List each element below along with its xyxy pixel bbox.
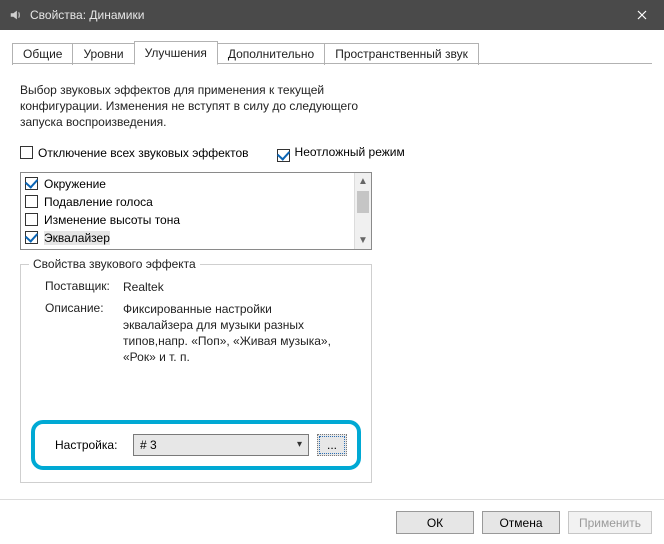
immediate-mode-checkbox[interactable]: Неотложный режим [277, 145, 405, 162]
disable-all-effects-label: Отключение всех звуковых эффектов [38, 146, 249, 160]
checkbox-icon[interactable] [25, 231, 38, 244]
effect-properties-group: Свойства звукового эффекта Поставщик: Re… [20, 264, 372, 483]
checkbox-icon[interactable] [25, 195, 38, 208]
list-item-label: Изменение высоты тона [44, 213, 180, 227]
ok-button[interactable]: ОК [396, 511, 474, 534]
apply-button: Применить [568, 511, 652, 534]
list-item[interactable]: Изменение высоты тона [25, 211, 350, 229]
disable-all-effects-checkbox[interactable]: Отключение всех звуковых эффектов [20, 146, 249, 160]
ellipsis-label: ... [327, 438, 337, 452]
separator [0, 499, 664, 500]
effects-listbox[interactable]: Окружение Подавление голоса Изменение вы… [20, 172, 372, 250]
tab-strip: Общие Уровни Улучшения Дополнительно Про… [12, 40, 652, 64]
tab-advanced[interactable]: Дополнительно [217, 43, 325, 65]
setting-value: # 3 [140, 438, 157, 452]
checkbox-icon [277, 149, 290, 162]
description-value: Фиксированные настройки эквалайзера для … [123, 301, 343, 366]
setting-dropdown[interactable]: # 3 ▾ [133, 434, 309, 456]
close-button[interactable] [619, 0, 664, 30]
scrollbar[interactable]: ▲ ▼ [354, 173, 371, 249]
list-item-label: Подавление голоса [44, 195, 153, 209]
list-item[interactable]: Окружение [25, 175, 350, 193]
scroll-up-button[interactable]: ▲ [355, 173, 371, 190]
scroll-down-button[interactable]: ▼ [355, 232, 371, 249]
list-item[interactable]: Эквалайзер [25, 229, 350, 247]
setting-label: Настройка: [45, 438, 125, 452]
description-label: Описание: [45, 301, 123, 366]
group-title: Свойства звукового эффекта [29, 257, 200, 271]
vendor-label: Поставщик: [45, 279, 123, 295]
tab-general[interactable]: Общие [12, 43, 73, 65]
intro-text: Выбор звуковых эффектов для применения к… [20, 82, 390, 131]
cancel-button[interactable]: Отмена [482, 511, 560, 534]
vendor-value: Realtek [123, 279, 343, 295]
setting-more-button[interactable]: ... [317, 434, 347, 456]
window-title: Свойства: Динамики [30, 8, 619, 22]
tab-spatial-sound[interactable]: Пространственный звук [324, 43, 479, 65]
speaker-icon [8, 7, 24, 23]
setting-row-highlight: Настройка: # 3 ▾ ... [31, 420, 361, 470]
list-item[interactable]: Подавление голоса [25, 193, 350, 211]
tab-levels[interactable]: Уровни [72, 43, 134, 65]
chevron-down-icon: ▾ [297, 439, 302, 450]
title-bar: Свойства: Динамики [0, 0, 664, 30]
scroll-thumb[interactable] [357, 191, 369, 213]
immediate-mode-label: Неотложный режим [295, 145, 405, 159]
checkbox-icon [20, 146, 33, 159]
checkbox-icon[interactable] [25, 213, 38, 226]
list-item-label: Окружение [44, 177, 106, 191]
list-item-label: Эквалайзер [44, 231, 110, 245]
tab-enhancements[interactable]: Улучшения [134, 41, 218, 65]
checkbox-icon[interactable] [25, 177, 38, 190]
